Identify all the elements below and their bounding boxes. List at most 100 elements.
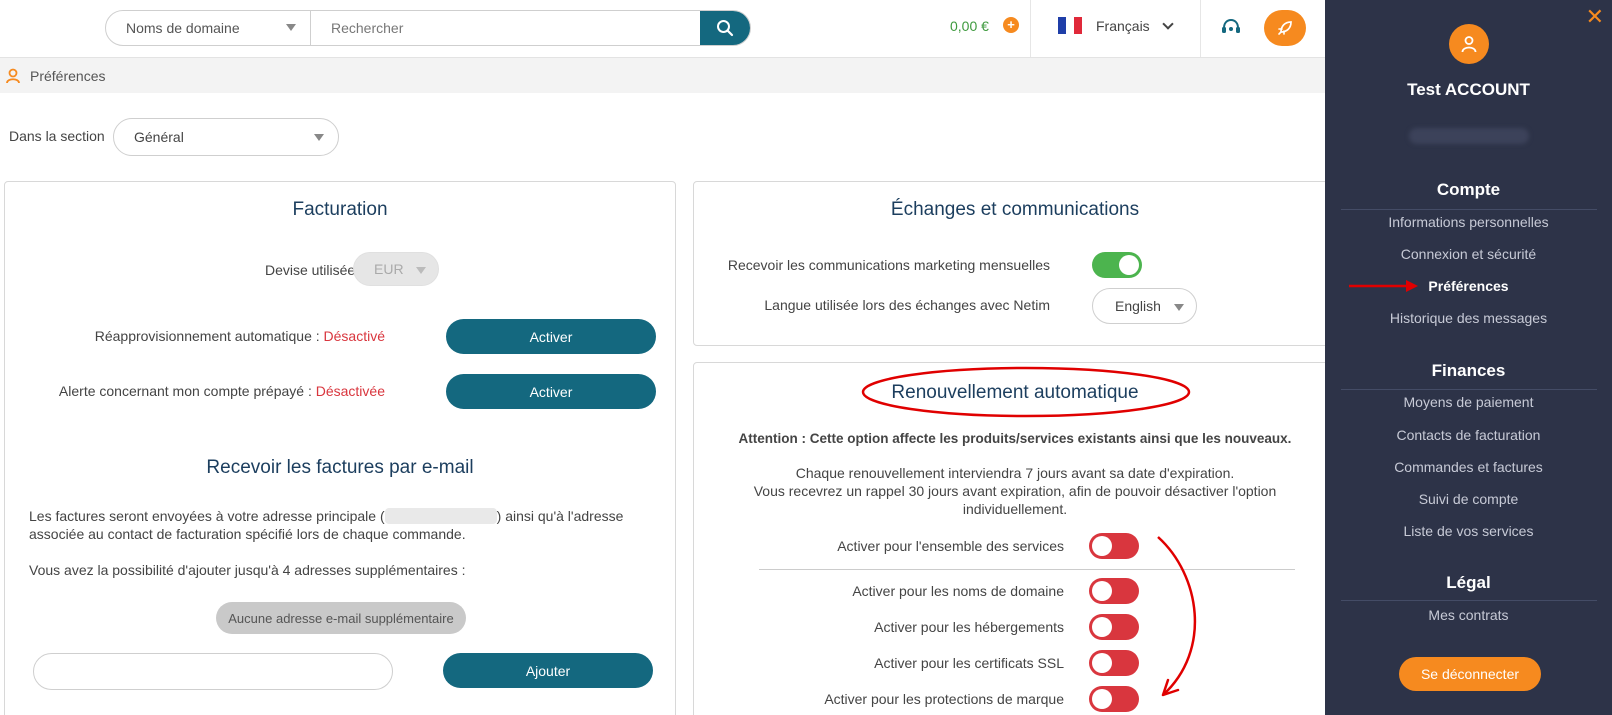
redacted-email: [384, 508, 497, 524]
language-selector[interactable]: Français: [1058, 17, 1174, 34]
renewal-brand-protection-toggle[interactable]: [1089, 686, 1139, 712]
invoices-text-after: ) ainsi qu'à l'adresse: [496, 508, 624, 524]
extra-email-input[interactable]: [33, 653, 393, 690]
renewal-domains-toggle[interactable]: [1089, 578, 1139, 604]
currency-label: Devise utilisée :: [264, 262, 363, 278]
divider: [1200, 0, 1201, 57]
search-button[interactable]: [700, 11, 750, 45]
section-label: Dans la section: [9, 128, 105, 144]
renewal-hosting-toggle[interactable]: [1089, 614, 1139, 640]
toggle-knob: [1092, 689, 1112, 709]
panel-item-connexion-securite[interactable]: Connexion et sécurité: [1325, 246, 1612, 262]
panel-item-suivi-compte[interactable]: Suivi de compte: [1325, 491, 1612, 507]
exchange-language-value: English: [1115, 298, 1161, 314]
account-panel: ✕ Test ACCOUNT Compte Informations perso…: [1325, 0, 1612, 715]
caret-down-icon: [314, 134, 324, 141]
auto-renewal-title: Renouvellement automatique: [891, 382, 1139, 403]
panel-item-preferences[interactable]: Préférences: [1325, 278, 1612, 294]
main-content: Noms de domaine 0,00 € + Français: [0, 0, 1325, 715]
top-bar: Noms de domaine 0,00 € + Français: [0, 0, 1325, 58]
activate-auto-refill-button[interactable]: Activer: [446, 319, 656, 354]
marketing-toggle[interactable]: [1092, 252, 1142, 278]
renewal-toggle-label: Activer pour les hébergements: [874, 619, 1064, 635]
section-value: Général: [134, 129, 184, 145]
avatar: [1449, 24, 1489, 64]
renewal-toggle-label: Activer pour les certificats SSL: [874, 655, 1064, 671]
divider: [759, 569, 1295, 570]
auto-refill-status: Désactivé: [323, 328, 385, 344]
prepaid-alert-row: Alerte concernant mon compte prépayé : D…: [59, 383, 385, 399]
caret-down-icon: [286, 24, 296, 31]
support-icon[interactable]: [1220, 18, 1242, 38]
user-icon: [6, 68, 20, 83]
renewal-toggle-label: Activer pour les noms de domaine: [852, 583, 1064, 599]
invoices-text-before: Les factures seront envoyées à votre adr…: [29, 508, 385, 524]
panel-heading-finances: Finances: [1431, 361, 1506, 380]
panel-item-historique-messages[interactable]: Historique des messages: [1325, 310, 1612, 326]
divider: [1341, 600, 1597, 601]
caret-down-icon: [1174, 304, 1184, 311]
search-type-label: Noms de domaine: [126, 20, 240, 36]
section-select[interactable]: Général: [113, 118, 339, 156]
renewal-warning: Attention : Cette option affecte les pro…: [738, 431, 1292, 446]
renewal-toggle-label: Activer pour l'ensemble des services: [837, 538, 1064, 554]
extra-addresses-text: Vous avez la possibilité d'ajouter jusqu…: [29, 562, 466, 578]
chevron-down-icon: [1162, 17, 1174, 30]
toggle-knob: [1092, 581, 1112, 601]
activate-prepaid-alert-button[interactable]: Activer: [446, 374, 656, 409]
add-email-button[interactable]: Ajouter: [443, 653, 653, 688]
auto-renewal-card: Renouvellement automatique Attention : C…: [693, 362, 1325, 715]
auto-refill-label: Réapprovisionnement automatique :: [94, 328, 320, 344]
close-icon[interactable]: ✕: [1586, 4, 1604, 30]
exchange-language-select[interactable]: English: [1092, 288, 1197, 324]
prepaid-alert-status: Désactivée: [315, 383, 385, 399]
renewal-all-toggle[interactable]: [1089, 533, 1139, 559]
breadcrumb-label: Préférences: [30, 67, 106, 84]
account-name: Test ACCOUNT: [1407, 80, 1530, 99]
invoices-text-line2: associée au contact de facturation spéci…: [29, 526, 466, 542]
invoices-title: Recevoir les factures par e-mail: [206, 457, 474, 478]
search-input[interactable]: [311, 11, 700, 45]
panel-heading-legal: Légal: [1446, 573, 1491, 592]
panel-item-contacts-facturation[interactable]: Contacts de facturation: [1325, 427, 1612, 443]
logout-button[interactable]: Se déconnecter: [1399, 657, 1541, 691]
add-funds-icon[interactable]: +: [1003, 17, 1019, 33]
communications-card: Échanges et communications Recevoir les …: [693, 181, 1325, 346]
search-type-select[interactable]: Noms de domaine: [106, 11, 311, 45]
billing-title: Facturation: [292, 199, 388, 220]
redacted-account-id: [1409, 128, 1529, 144]
french-flag-icon: [1058, 17, 1082, 34]
account-balance[interactable]: 0,00 €: [950, 18, 989, 34]
divider: [1341, 209, 1597, 210]
currency-select: EUR: [353, 252, 439, 286]
divider: [1030, 0, 1031, 57]
prepaid-alert-label: Alerte concernant mon compte prépayé :: [58, 383, 312, 399]
renewal-ssl-toggle[interactable]: [1089, 650, 1139, 676]
no-extra-email-badge: Aucune adresse e-mail supplémentaire: [216, 602, 466, 634]
caret-down-icon: [416, 267, 426, 274]
rocket-button[interactable]: [1264, 10, 1306, 46]
panel-item-informations-personnelles[interactable]: Informations personnelles: [1325, 214, 1612, 230]
toggle-knob: [1119, 255, 1139, 275]
renewal-info-line2: Vous recevrez un rappel 30 jours avant e…: [753, 483, 1277, 499]
toggle-knob: [1092, 653, 1112, 673]
billing-card: Facturation Devise utilisée : EUR Réappr…: [4, 181, 676, 715]
divider: [1341, 389, 1597, 390]
breadcrumb: Préférences: [0, 58, 1325, 93]
currency-value: EUR: [374, 261, 404, 277]
panel-item-mes-contrats[interactable]: Mes contrats: [1325, 607, 1612, 623]
panel-item-liste-services[interactable]: Liste de vos services: [1325, 523, 1612, 539]
renewal-toggle-label: Activer pour les protections de marque: [824, 691, 1064, 707]
panel-item-moyens-paiement[interactable]: Moyens de paiement: [1325, 394, 1612, 410]
communications-title: Échanges et communications: [890, 199, 1140, 220]
renewal-info-line1: Chaque renouvellement interviendra 7 jou…: [795, 465, 1235, 481]
toggle-knob: [1092, 617, 1112, 637]
panel-item-commandes-factures[interactable]: Commandes et factures: [1325, 459, 1612, 475]
auto-refill-row: Réapprovisionnement automatique : Désact…: [95, 328, 385, 344]
search-icon: [717, 20, 734, 37]
exchange-language-label: Langue utilisée lors des échanges avec N…: [764, 297, 1050, 313]
rocket-icon: [1278, 21, 1292, 35]
invoices-description: Les factures seront envoyées à votre adr…: [29, 507, 669, 543]
search-bar: Noms de domaine: [105, 10, 751, 46]
renewal-info-line3: individuellement.: [962, 501, 1068, 517]
